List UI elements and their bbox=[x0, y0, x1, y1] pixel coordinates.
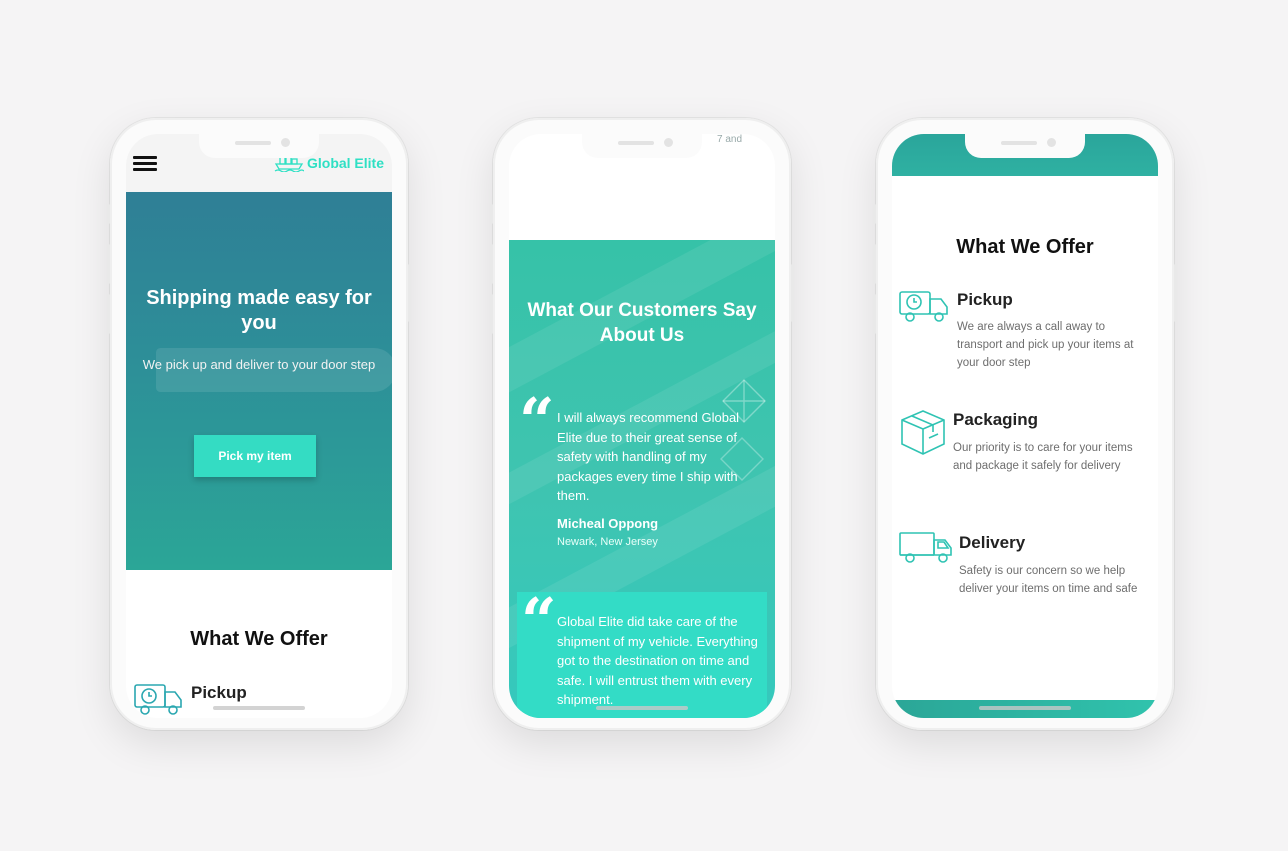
hero-heading: Shipping made easy for you bbox=[146, 287, 372, 334]
phone-side-button bbox=[873, 294, 876, 334]
testimonials-section: What Our Customers Say About Us “ I will… bbox=[509, 240, 775, 718]
phone-mockup-home: Global Elite Shipping made easy for you … bbox=[107, 118, 411, 730]
phone-mockup-offers: What We Offer Pickup We are always a cal… bbox=[873, 118, 1177, 730]
phone-side-button bbox=[408, 264, 411, 322]
hero-banner: Shipping made easy for you We pick up an… bbox=[126, 192, 392, 570]
testimonial-author: Micheal Oppong bbox=[557, 516, 659, 531]
hamburger-menu-icon[interactable] bbox=[133, 156, 157, 172]
phone-side-button bbox=[107, 204, 110, 224]
phone-side-button bbox=[107, 294, 110, 334]
offer-item-pickup[interactable]: Pickup bbox=[133, 682, 247, 716]
phone-side-button bbox=[1174, 264, 1177, 322]
phone-side-button bbox=[490, 244, 493, 284]
phone-side-button bbox=[490, 204, 493, 224]
phone-side-button bbox=[873, 204, 876, 224]
offer-description: Our priority is to care for your items a… bbox=[953, 442, 1133, 472]
offer-title: Delivery bbox=[959, 533, 1026, 552]
phone-notch bbox=[965, 134, 1085, 158]
testimonials-heading: What Our Customers Say About Us bbox=[527, 300, 757, 346]
testimonial-location: Newark, New Jersey bbox=[557, 536, 658, 548]
phone-screen: Global Elite Shipping made easy for you … bbox=[126, 134, 392, 718]
delivery-truck-icon bbox=[899, 532, 952, 563]
testimonial-text: Global Elite did take care of the shipme… bbox=[557, 614, 758, 707]
section-title-what-we-offer: What We Offer bbox=[956, 236, 1094, 258]
phone-notch bbox=[582, 134, 702, 158]
section-title-what-we-offer: What We Offer bbox=[190, 628, 328, 650]
truck-clock-icon bbox=[134, 684, 182, 715]
phone-side-button bbox=[107, 244, 110, 284]
home-indicator bbox=[213, 706, 305, 710]
package-box-icon bbox=[901, 410, 945, 455]
truck-clock-icon bbox=[899, 291, 948, 322]
quote-icon: “ bbox=[521, 584, 557, 657]
phone-notch bbox=[199, 134, 319, 158]
phone-side-button bbox=[791, 264, 794, 322]
phone-screen: What We Offer Pickup We are always a cal… bbox=[892, 134, 1158, 718]
home-indicator bbox=[979, 706, 1071, 710]
brand-name: Global Elite bbox=[306, 155, 384, 171]
phone-screen: 7 and What Our Customers Say About Us “ … bbox=[509, 134, 775, 718]
offer-description: Safety is our concern so we help deliver… bbox=[959, 565, 1138, 595]
clipped-text: 7 and bbox=[717, 134, 743, 145]
offer-title: Pickup bbox=[957, 290, 1013, 309]
offer-description: We are always a call away to transport a… bbox=[957, 321, 1134, 369]
hero-subheading: We pick up and deliver to your door step bbox=[142, 357, 376, 372]
quote-icon: “ bbox=[519, 384, 555, 457]
testimonial-card: “ Global Elite did take care of the ship… bbox=[517, 584, 767, 718]
home-indicator bbox=[596, 706, 688, 710]
pick-my-item-button[interactable]: Pick my item bbox=[194, 435, 316, 477]
offer-title: Pickup bbox=[191, 683, 247, 702]
testimonial-text: I will always recommend Global Elite due… bbox=[557, 410, 740, 503]
phone-mockup-testimonials: 7 and What Our Customers Say About Us “ … bbox=[490, 118, 794, 730]
phone-side-button bbox=[490, 294, 493, 334]
phone-side-button bbox=[873, 244, 876, 284]
offer-title: Packaging bbox=[953, 410, 1039, 429]
